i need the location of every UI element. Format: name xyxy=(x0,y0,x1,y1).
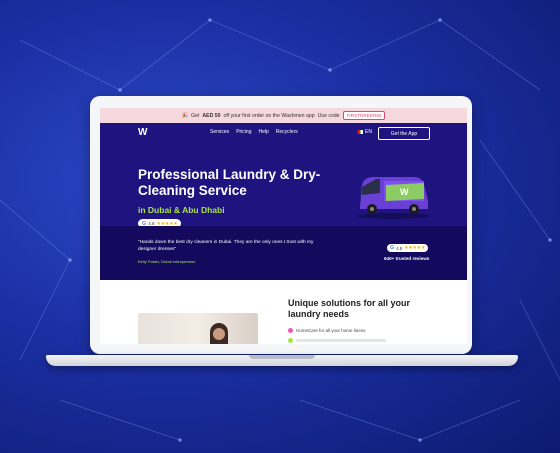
google-icon: G xyxy=(390,245,395,251)
nav-link-pricing[interactable]: Pricing xyxy=(236,129,251,135)
google-rating-badge-small: G 4.8 ★★★★★ xyxy=(387,244,429,252)
homecare-icon xyxy=(288,328,293,333)
hero-title: Professional Laundry & Dry-Cleaning Serv… xyxy=(138,167,321,198)
promo-code[interactable]: FIRSTORDER50 xyxy=(342,111,386,120)
rating-value-small: 4.8 xyxy=(396,245,403,251)
language-selector[interactable]: EN xyxy=(357,129,372,135)
promo-amount: AED 50 xyxy=(202,112,221,119)
testimonial-quote: "Hands down the best dry cleaners in Dub… xyxy=(138,240,314,252)
nav-link-recyclers[interactable]: Recyclers xyxy=(276,129,298,135)
feature-second-text-obscured xyxy=(296,339,386,342)
testimonial-band: "Hands down the best dry cleaners in Dub… xyxy=(100,226,467,280)
nav-links: Services Pricing Help Recyclers xyxy=(210,129,298,135)
feature-homecare: HomeCare for all your home linens xyxy=(288,328,366,333)
woman-photo xyxy=(138,313,258,344)
feature-second xyxy=(288,338,386,343)
get-the-app-button[interactable]: Get the App xyxy=(378,127,430,140)
promo-use-code: Use code xyxy=(317,112,340,119)
nav-link-services[interactable]: Services xyxy=(210,129,229,135)
navbar: W Services Pricing Help Recyclers EN Get… xyxy=(100,123,467,142)
laptop-screen: 🎉 Get AED 50 off your first order on the… xyxy=(100,108,467,344)
solutions-title: Unique solutions for all your laundry ne… xyxy=(288,298,411,319)
feature-second-icon xyxy=(288,338,293,343)
hero-section: W Services Pricing Help Recyclers EN Get… xyxy=(100,123,467,228)
star-rating-icon: ★★★★★ xyxy=(404,245,426,251)
svg-text:W: W xyxy=(400,187,409,197)
washmen-logo[interactable]: W xyxy=(138,127,150,139)
promo-text-after: off your first order on the Washmen app xyxy=(223,112,315,119)
laptop-notch xyxy=(249,355,315,359)
uae-flag-icon xyxy=(357,130,363,134)
solutions-section: Unique solutions for all your laundry ne… xyxy=(100,280,467,344)
delivery-van-illustration: W xyxy=(358,177,430,219)
person-face xyxy=(213,328,225,340)
testimonial-author: Kelly Foster, Dubai entrepreneur xyxy=(138,259,196,264)
party-icon: 🎉 xyxy=(181,112,188,119)
nav-link-help[interactable]: Help xyxy=(258,129,268,135)
trusted-reviews-count: 640+ trusted reviews xyxy=(384,256,430,261)
promo-text-before: Get xyxy=(190,112,200,119)
feature-homecare-text: HomeCare for all your home linens xyxy=(296,328,366,333)
hero-subtitle: in Dubai & Abu Dhabi xyxy=(138,205,225,215)
language-label: EN xyxy=(365,129,372,135)
promo-banner: 🎉 Get AED 50 off your first order on the… xyxy=(100,108,467,123)
